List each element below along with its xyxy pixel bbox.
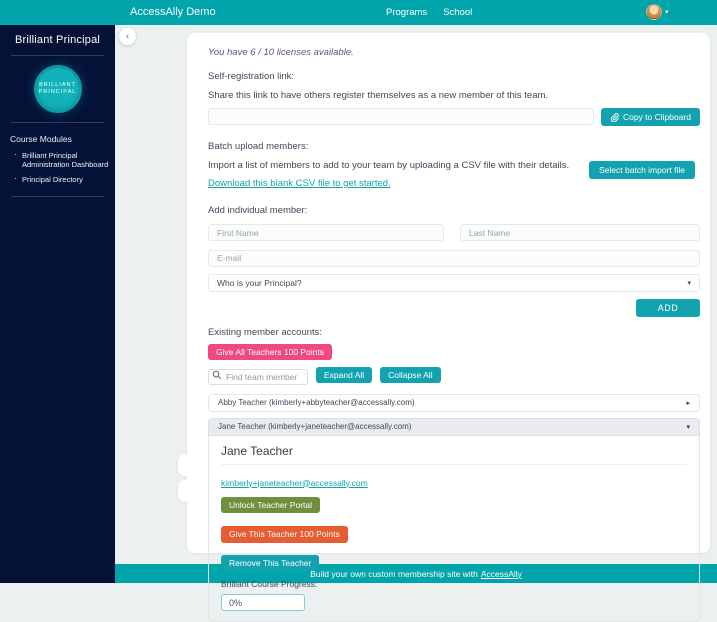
- member-email-link[interactable]: kimberly+janeteacher@accessally.com: [221, 478, 368, 488]
- self-registration-description: Share this link to have others register …: [208, 90, 700, 101]
- top-navbar: AccessAlly Demo Programs School ▾: [0, 0, 717, 25]
- team-management-card: You have 6 / 10 licenses available. Self…: [187, 33, 710, 553]
- sidebar-title: Brilliant Principal: [0, 25, 115, 46]
- course-sidebar: Brilliant Principal BRILLIANT PRINCIPAL …: [0, 25, 115, 583]
- divider: [11, 122, 104, 123]
- sidebar-item-administration-dashboard[interactable]: Brilliant Principal Administration Dashb…: [0, 148, 115, 172]
- email-input[interactable]: [208, 250, 700, 267]
- last-name-input[interactable]: [460, 224, 700, 241]
- registration-link-input[interactable]: [208, 108, 594, 125]
- principal-select[interactable]: Who is your Principal? ▾: [208, 274, 700, 292]
- sidebar-item-principal-directory[interactable]: Principal Directory: [0, 172, 115, 187]
- app-title: AccessAlly Demo: [130, 0, 216, 25]
- paperclip-icon: [610, 113, 619, 122]
- member-detail-panel: Jane Teacher kimberly+janeteacher@access…: [208, 436, 700, 622]
- give-all-teachers-points-button[interactable]: Give All Teachers 100 Points: [208, 344, 332, 360]
- course-modules-heading: Course Modules: [0, 132, 115, 148]
- unlock-teacher-portal-button[interactable]: Unlock Teacher Portal: [221, 497, 320, 513]
- download-csv-link[interactable]: Download this blank CSV file to get star…: [208, 178, 391, 189]
- batch-upload-label: Batch upload members:: [208, 141, 700, 152]
- chevron-left-icon: ‹: [126, 31, 129, 42]
- give-teacher-points-button[interactable]: Give This Teacher 100 Points: [221, 526, 348, 543]
- account-menu[interactable]: ▾: [646, 4, 669, 20]
- course-progress-input[interactable]: [221, 594, 305, 611]
- chevron-right-icon: ▸: [686, 399, 690, 407]
- floating-tab[interactable]: [178, 454, 189, 476]
- search-icon: [212, 370, 222, 380]
- nav-programs[interactable]: Programs: [386, 7, 427, 18]
- nav-school[interactable]: School: [443, 7, 472, 18]
- copy-to-clipboard-button[interactable]: Copy to Clipboard: [601, 108, 700, 126]
- licenses-note: You have 6 / 10 licenses available.: [208, 47, 700, 58]
- first-name-input[interactable]: [208, 224, 444, 241]
- divider: [11, 196, 104, 197]
- add-member-button[interactable]: ADD: [636, 299, 700, 317]
- existing-members-label: Existing member accounts:: [208, 327, 700, 338]
- course-progress-label: Brilliant Course Progress:: [221, 579, 687, 589]
- chevron-down-icon: ▾: [686, 423, 690, 431]
- remove-teacher-button[interactable]: Remove This Teacher: [221, 555, 319, 571]
- member-accordion-jane-teacher[interactable]: Jane Teacher (kimberly+janeteacher@acces…: [208, 418, 700, 436]
- select-batch-import-button[interactable]: Select batch import file: [589, 161, 695, 179]
- collapse-sidebar-button[interactable]: ‹: [119, 28, 136, 45]
- header-nav: Programs School: [386, 0, 472, 25]
- add-individual-member-label: Add individual member:: [208, 205, 700, 216]
- chevron-down-icon: ▾: [665, 8, 669, 16]
- chevron-down-icon: ▾: [687, 279, 691, 287]
- floating-tab[interactable]: [178, 480, 189, 502]
- member-accordion-abby-teacher[interactable]: Abby Teacher (kimberly+abbyteacher@acces…: [208, 394, 700, 412]
- collapse-all-button[interactable]: Collapse All: [380, 367, 440, 383]
- divider: [221, 464, 687, 465]
- member-name: Jane Teacher: [221, 444, 687, 458]
- avatar[interactable]: [646, 4, 662, 20]
- brilliant-principal-logo: BRILLIANT PRINCIPAL: [34, 65, 82, 113]
- find-team-member-input[interactable]: [208, 369, 308, 385]
- self-registration-label: Self-registration link:: [208, 71, 700, 82]
- divider: [11, 55, 104, 56]
- expand-all-button[interactable]: Expand All: [316, 367, 372, 383]
